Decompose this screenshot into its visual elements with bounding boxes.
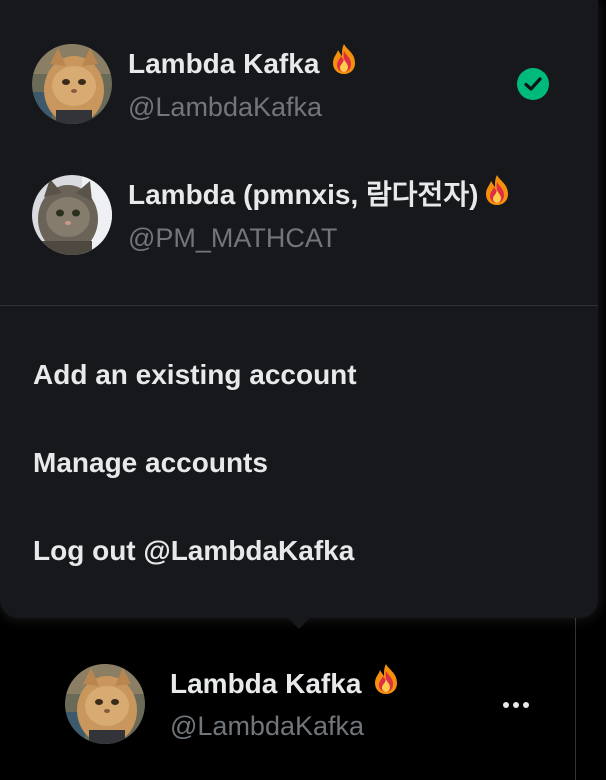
manage-accounts-label: Manage accounts — [33, 447, 268, 478]
check-circle-icon — [516, 67, 550, 101]
current-user-name-text: Lambda Kafka — [170, 668, 362, 699]
add-existing-account-button[interactable]: Add an existing account — [0, 336, 598, 416]
account-switcher-popup: Lambda Kafka @LambdaKafka Lambda (pmnxis… — [0, 0, 598, 618]
manage-accounts-button[interactable]: Manage accounts — [0, 424, 598, 504]
menu-divider — [0, 305, 598, 306]
add-existing-account-label: Add an existing account — [33, 359, 357, 390]
avatar — [65, 664, 145, 744]
account-item-lambdakafka[interactable]: Lambda Kafka @LambdaKafka — [0, 29, 598, 139]
account-handle: @PM_MATHCAT — [128, 223, 338, 253]
account-name-text: Lambda (pmnxis, 람다전자) — [128, 179, 479, 210]
account-item-pm-mathcat[interactable]: Lambda (pmnxis, 람다전자) @PM_MATHCAT — [0, 160, 598, 270]
more-horizontal-icon[interactable] — [497, 693, 537, 717]
fire-emoji-icon — [480, 173, 514, 215]
account-name: Lambda Kafka — [128, 43, 361, 84]
account-handle: @LambdaKafka — [128, 92, 323, 122]
fire-emoji-icon — [327, 42, 361, 84]
fire-emoji-icon — [369, 662, 403, 704]
account-switcher-button[interactable]: Lambda Kafka @LambdaKafka — [50, 650, 560, 760]
current-user-handle: @LambdaKafka — [170, 711, 365, 741]
current-user-name: Lambda Kafka — [170, 663, 403, 704]
log-out-label: Log out @LambdaKafka — [33, 535, 355, 566]
avatar — [32, 44, 112, 124]
avatar — [32, 175, 112, 255]
log-out-button[interactable]: Log out @LambdaKafka — [0, 512, 598, 592]
popup-caret — [287, 617, 311, 629]
account-name: Lambda (pmnxis, 람다전자) — [128, 174, 514, 215]
account-name-text: Lambda Kafka — [128, 48, 320, 79]
